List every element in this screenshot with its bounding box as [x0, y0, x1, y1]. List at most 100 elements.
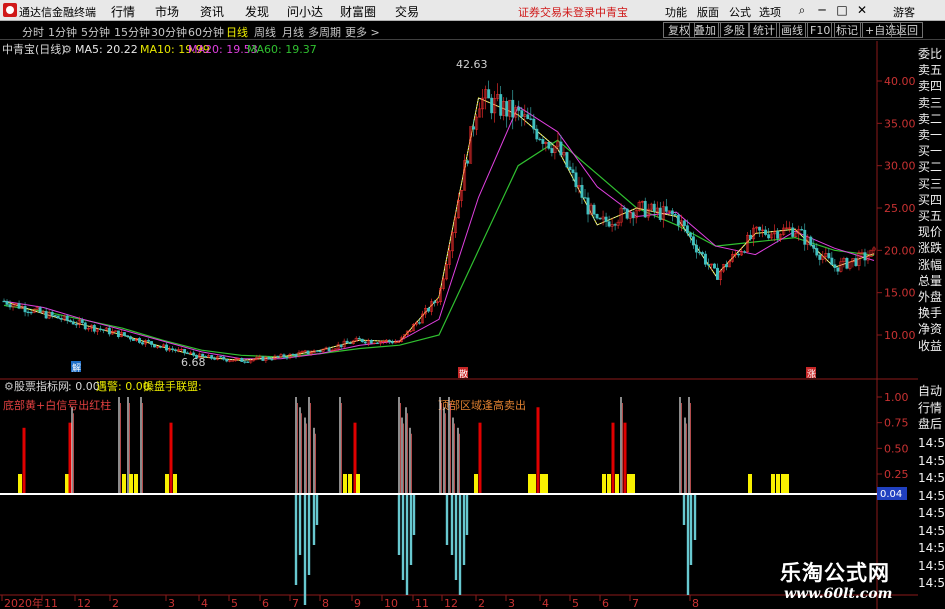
stock-chart[interactable]: 中青宝(日线) ⚙ MA5: 20.22 MA10: 19.99 MA20: 1… — [0, 41, 918, 609]
signal-yellow-bar — [348, 474, 352, 494]
signal-yellow-bar — [134, 474, 138, 494]
signal-cyan-bar — [445, 495, 449, 545]
candle-body — [44, 311, 48, 319]
signal-yellow-bar — [18, 474, 22, 494]
menu-shichang[interactable]: 市场 — [155, 3, 179, 20]
indicator-bars — [18, 397, 789, 605]
signal-cyan-bar — [689, 495, 693, 565]
period-5min[interactable]: 5分钟 — [81, 24, 110, 40]
menu-wenxiaoda[interactable]: 问小达 — [287, 3, 323, 20]
period-multi[interactable]: 多周期 — [308, 24, 341, 40]
candle-body — [758, 226, 762, 231]
signal-cyan-bar — [682, 495, 686, 525]
menu-jiaoyi[interactable]: 交易 — [395, 3, 419, 20]
candle-body — [107, 327, 111, 335]
candle-body — [818, 254, 822, 260]
candle-body — [803, 229, 807, 245]
time-tick-label: 8 — [692, 597, 699, 609]
quote-panel-item[interactable]: 盘后 — [918, 417, 945, 431]
candle-body — [529, 118, 533, 120]
mark-button[interactable]: 标记 — [831, 22, 863, 38]
candle-body — [643, 200, 647, 218]
time-axis: 2020年 11 12 2 3 4 5 6 7 8 9 10 11 12 2 3 4 5 6 7 8 — [1, 595, 699, 609]
settings-icon[interactable]: ⚙ — [62, 43, 72, 56]
back-button[interactable]: 返回 — [891, 22, 923, 38]
candle-body — [183, 348, 187, 354]
quote-panel-item[interactable]: 行情 — [918, 401, 945, 415]
menu-faxian[interactable]: 发现 — [245, 3, 269, 20]
candle-body — [845, 258, 849, 269]
event-marker-jie[interactable]: 解 — [71, 361, 81, 374]
period-60min[interactable]: 60分钟 — [188, 24, 224, 40]
multi-stock-button[interactable]: 多股 — [718, 22, 750, 38]
login-status[interactable]: 证券交易未登录 — [518, 4, 595, 20]
period-daily[interactable]: 日线 — [226, 24, 248, 40]
search-icon[interactable]: ⌕ — [795, 3, 809, 18]
quote-panel-item[interactable]: 自动 — [918, 384, 945, 398]
signal-cyan-bar — [693, 495, 697, 540]
time-tick-label: 11 — [415, 597, 429, 609]
candle-body — [743, 251, 747, 253]
time-tick-label: 4 — [542, 597, 549, 609]
period-weekly[interactable]: 周线 — [254, 24, 276, 40]
signal-text-left: 底部黄+白信号出红柱 — [3, 398, 111, 412]
period-more[interactable]: 更多 > — [345, 24, 380, 40]
period-15min[interactable]: 15分钟 — [114, 24, 150, 40]
price-tick-label: 15.00 — [884, 287, 916, 300]
menu-gongneng[interactable]: 功能 — [665, 4, 687, 20]
maximize-icon[interactable]: □ — [835, 3, 849, 17]
close-icon[interactable]: ✕ — [855, 3, 869, 17]
candle-body — [676, 214, 680, 226]
candle-body — [357, 337, 361, 340]
candle-body — [697, 251, 701, 254]
signal-yellow-bar — [607, 474, 611, 494]
ma5-line — [3, 97, 875, 361]
signal-yellow-bar — [343, 474, 347, 494]
candle-body — [92, 324, 96, 332]
candle-body — [574, 172, 578, 188]
menu-gongshi[interactable]: 公式 — [729, 4, 751, 20]
overlay-button[interactable]: 叠加 — [689, 22, 721, 38]
signal-red-bar — [478, 422, 482, 494]
candle-body — [83, 322, 87, 330]
event-marker-zhang[interactable]: 涨 — [806, 367, 816, 380]
guest-label[interactable]: 游客 — [893, 4, 915, 20]
signal-yellow-bar — [474, 474, 478, 494]
menu-banmian[interactable]: 版面 — [697, 4, 719, 20]
candle-body — [526, 114, 530, 120]
candle-body — [56, 315, 60, 319]
menu-zixun[interactable]: 资讯 — [200, 3, 224, 20]
minimize-icon[interactable]: ─ — [815, 3, 829, 17]
period-1min[interactable]: 1分钟 — [48, 24, 77, 40]
quote-panel-item: 委比 — [918, 47, 943, 61]
svg-text:解: 解 — [72, 362, 81, 374]
indicator-gear-icon[interactable]: ⚙ — [4, 380, 14, 393]
ma60-line — [3, 139, 875, 358]
period-30min[interactable]: 30分钟 — [151, 24, 187, 40]
period-fenshi[interactable]: 分时 — [22, 24, 44, 40]
candle-body — [5, 300, 9, 305]
candle-body — [276, 355, 280, 358]
candle-body — [363, 341, 367, 344]
candle-body — [583, 197, 587, 199]
draw-line-button[interactable]: 画线 — [776, 22, 808, 38]
indicator-name: 股票指标网 — [14, 379, 69, 393]
candle-body — [390, 341, 394, 344]
candle-body — [550, 148, 554, 154]
candle-body — [535, 128, 539, 140]
indicator-extra: 操盘手联盟: — [143, 379, 202, 393]
menu-hangqing[interactable]: 行情 — [111, 3, 135, 20]
event-marker-san[interactable]: 散 — [458, 367, 468, 380]
ma5-label: MA5: 20.22 — [75, 43, 138, 56]
candle-body — [682, 220, 686, 226]
signal-yellow-bar — [781, 474, 785, 494]
candle-body — [65, 315, 69, 321]
candle-body — [240, 358, 244, 362]
app-title: 通达信金融终端 — [19, 6, 96, 19]
indicator-alert: 遇警: 0.00 — [96, 379, 150, 393]
menu-caifuquan[interactable]: 财富圈 — [340, 3, 376, 20]
menu-xuanxiang[interactable]: 选项 — [759, 4, 781, 20]
quote-panel-item: 14:56 — [918, 471, 945, 485]
period-monthly[interactable]: 月线 — [282, 24, 304, 40]
candle-body — [670, 210, 674, 215]
